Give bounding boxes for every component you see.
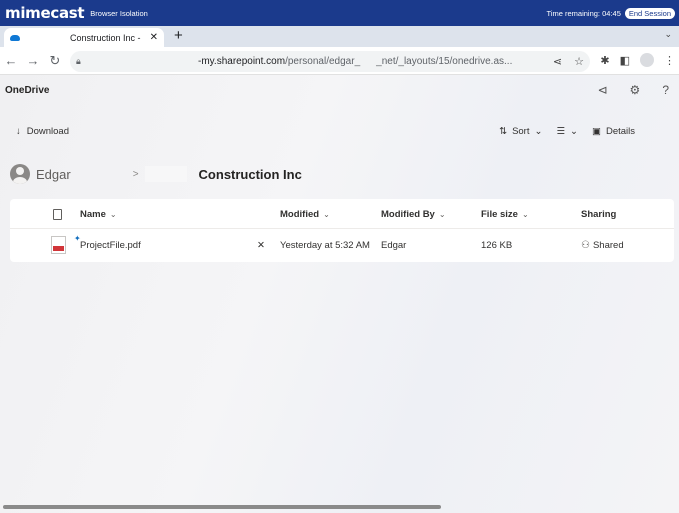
column-header-file-size[interactable]: File size ⌄ <box>481 199 529 229</box>
chevron-down-icon: ⌄ <box>109 209 117 219</box>
file-modified: Yesterday at 5:32 AM <box>280 239 370 251</box>
download-arrow-icon: ↓ <box>16 125 21 137</box>
file-size: 126 KB <box>481 239 513 251</box>
address-bar[interactable]: 🔒︎ -my.sharepoint.com /personal/edgar_ _… <box>70 51 590 72</box>
app-title: OneDrive <box>5 85 50 96</box>
new-tab-button[interactable]: + <box>174 27 183 44</box>
download-button[interactable]: ↓ Download <box>16 126 69 137</box>
file-sharing[interactable]: ⚇ Shared <box>581 230 624 260</box>
sort-label: Sort <box>512 125 530 137</box>
onedrive-content: OneDrive ⊲ ⚙ ? ↓ Download ⇅ Sort ⌄ ☰ ⌄ ▣… <box>0 75 679 513</box>
breadcrumb-current-folder: Construction Inc <box>198 166 302 182</box>
url-path-a: /personal/edgar_ <box>285 56 361 67</box>
breadcrumb-redacted <box>144 166 187 182</box>
lock-icon[interactable]: 🔒︎ <box>76 56 88 67</box>
back-icon[interactable]: ← <box>0 53 22 68</box>
url-path-b: _net/_layouts/15/onedrive.as... <box>376 56 513 67</box>
file-list: Name ⌄ Modified ⌄ Modified By ⌄ File size ⌄ … <box>10 199 674 262</box>
column-header-modified-by[interactable]: Modified By ⌄ <box>381 199 446 229</box>
forward-icon[interactable]: → <box>22 53 44 68</box>
file-type-column-header[interactable] <box>53 199 62 229</box>
mimecast-bar: mimecast Browser Isolation Time remainin… <box>0 0 679 26</box>
help-icon[interactable]: ? <box>662 83 669 97</box>
people-icon: ⚇ <box>581 239 590 251</box>
view-options-button[interactable]: ☰ ⌄ <box>556 126 578 137</box>
column-header-sharing[interactable]: Sharing <box>581 199 616 229</box>
bookmark-star-icon[interactable]: ☆ <box>574 55 584 68</box>
settings-gear-icon[interactable]: ⚙ <box>630 83 641 97</box>
url-host: -my.sharepoint.com <box>198 56 286 67</box>
end-session-button[interactable]: End Session <box>624 7 675 19</box>
download-label: Download <box>26 125 69 137</box>
file-type-icon <box>53 208 62 220</box>
details-button[interactable]: ▣ Details <box>592 126 635 137</box>
column-header-name[interactable]: Name ⌄ <box>80 199 117 229</box>
browser-tab[interactable]: Construction Inc - ✕ <box>4 28 164 47</box>
table-row[interactable]: ✦ ProjectFile.pdf ✕ Yesterday at 5:32 AM… <box>10 230 674 260</box>
side-panel-icon[interactable]: ◧ <box>620 54 630 67</box>
close-tab-icon[interactable]: ✕ <box>150 32 158 43</box>
file-list-header: Name ⌄ Modified ⌄ Modified By ⌄ File size ⌄ … <box>10 199 674 229</box>
tab-strip: Construction Inc - ✕ + ⌄ <box>0 26 679 47</box>
megaphone-icon[interactable]: ⊲ <box>597 83 607 97</box>
extensions-puzzle-icon[interactable]: ✱ <box>600 54 609 67</box>
time-remaining: Time remaining: 04:45 <box>546 8 621 18</box>
toolbar: ← → ↻ 🔒︎ -my.sharepoint.com /personal/ed… <box>0 47 679 75</box>
pdf-file-icon <box>51 230 66 260</box>
onedrive-cloud-icon <box>10 34 20 41</box>
file-modified-by: Edgar <box>381 239 407 251</box>
browser-isolation-label: Browser Isolation <box>90 8 148 18</box>
details-pane-icon: ▣ <box>591 125 601 137</box>
tab-search-chevron-icon[interactable]: ⌄ <box>664 29 672 40</box>
chevron-down-icon: ⌄ <box>323 209 330 219</box>
horizontal-scrollbar[interactable] <box>3 505 441 509</box>
sort-icon: ⇅ <box>499 125 508 137</box>
breadcrumb: Edgar > Construction Inc <box>10 164 302 184</box>
chevron-down-icon: ⌄ <box>521 209 529 219</box>
sort-button[interactable]: ⇅ Sort ⌄ <box>499 126 542 137</box>
reload-icon[interactable]: ↻ <box>44 53 66 69</box>
chevron-down-icon: ⌄ <box>438 209 446 219</box>
command-bar: ↓ Download ⇅ Sort ⌄ ☰ ⌄ ▣ Details <box>0 121 679 141</box>
file-name[interactable]: ProjectFile.pdf <box>80 230 141 260</box>
mimecast-logo: mimecast <box>5 4 85 22</box>
browser-menu-icon[interactable]: ⋮ <box>664 54 675 67</box>
profile-avatar-icon[interactable] <box>640 53 654 67</box>
user-avatar-icon <box>10 164 30 184</box>
chevron-down-icon: ⌄ <box>534 125 543 137</box>
details-label: Details <box>605 125 635 137</box>
share-icon[interactable]: ⋖ <box>553 55 562 68</box>
pin-icon[interactable]: ✕ <box>257 230 265 260</box>
column-header-modified[interactable]: Modified ⌄ <box>280 199 330 229</box>
view-list-icon: ☰ <box>556 125 565 137</box>
breadcrumb-chevron-icon: > <box>132 168 139 180</box>
chevron-down-icon: ⌄ <box>570 125 578 137</box>
breadcrumb-user[interactable]: Edgar <box>36 167 71 182</box>
tab-title: Construction Inc - <box>70 32 141 43</box>
